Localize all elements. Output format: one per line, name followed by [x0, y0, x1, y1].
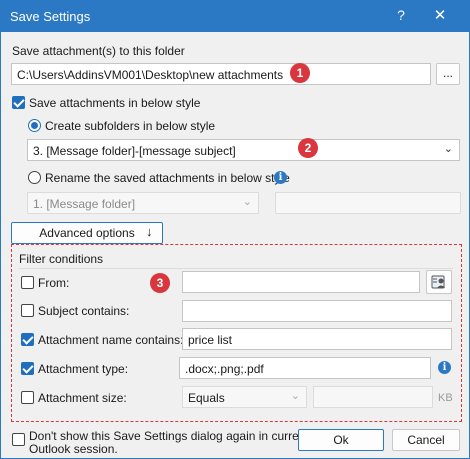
- create-subfolders-label: Create subfolders in below style: [45, 119, 216, 133]
- filter-divider: [19, 268, 453, 269]
- double-chevron-down-icon: ↓: [146, 224, 153, 239]
- attachment-type-input[interactable]: .docx;.png;.pdf: [179, 357, 431, 379]
- callout-badge-3: 3: [150, 273, 170, 293]
- attachment-name-checkbox[interactable]: [21, 333, 34, 346]
- size-operator-select[interactable]: Equals ⌄: [182, 386, 307, 408]
- subject-checkbox[interactable]: [21, 304, 34, 317]
- browse-button[interactable]: ...: [436, 63, 460, 85]
- attachment-size-checkbox[interactable]: [21, 391, 34, 404]
- rename-attachments-radio[interactable]: [28, 171, 41, 184]
- advanced-options-label: Advanced options: [39, 226, 135, 240]
- rename-attachments-label: Rename the saved attachments in below st…: [45, 171, 290, 185]
- save-settings-dialog: Save Settings ? ✕ Save attachment(s) to …: [0, 0, 470, 459]
- attachment-type-label: Attachment type:: [38, 362, 129, 376]
- address-book-icon: [431, 275, 445, 289]
- close-icon[interactable]: ✕: [432, 6, 448, 24]
- help-icon[interactable]: ?: [393, 7, 409, 23]
- folder-path-input[interactable]: C:\Users\AddinsVM001\Desktop\new attachm…: [11, 63, 431, 85]
- rename-style-select[interactable]: 1. [Message folder] ⌄: [27, 192, 259, 214]
- subject-label: Subject contains:: [38, 304, 130, 318]
- address-book-button[interactable]: [426, 270, 452, 294]
- from-input[interactable]: [182, 271, 420, 293]
- chevron-down-icon: ⌄: [443, 143, 453, 155]
- attachment-size-label: Attachment size:: [38, 391, 127, 405]
- rename-style-value: 1. [Message folder]: [33, 197, 136, 211]
- subfolder-style-select[interactable]: 3. [Message folder]-[message subject] ⌄: [27, 139, 460, 161]
- attachment-type-checkbox[interactable]: [21, 362, 34, 375]
- size-unit-label: KB: [438, 392, 453, 404]
- chevron-down-icon: ⌄: [290, 390, 300, 402]
- dont-show-label: Don't show this Save Settings dialog aga…: [29, 430, 309, 456]
- from-label: From:: [38, 276, 70, 290]
- cancel-button[interactable]: Cancel: [392, 429, 460, 451]
- dont-show-checkbox[interactable]: [12, 433, 25, 446]
- folder-path-value: C:\Users\AddinsVM001\Desktop\new attachm…: [17, 68, 284, 82]
- rename-text-input[interactable]: [275, 192, 461, 214]
- advanced-options-button[interactable]: Advanced options ↓: [11, 222, 163, 244]
- attachment-type-value: .docx;.png;.pdf: [185, 362, 264, 376]
- size-operator-value: Equals: [188, 391, 225, 405]
- ok-button[interactable]: Ok: [298, 429, 384, 451]
- save-style-checkbox[interactable]: [12, 96, 25, 109]
- chevron-down-icon: ⌄: [242, 196, 252, 208]
- window-title: Save Settings: [10, 9, 91, 24]
- attachment-name-value: price list: [188, 333, 233, 347]
- dont-show-line-1: Don't show this Save Settings dialog aga…: [29, 429, 309, 443]
- callout-badge-1: 1: [290, 63, 310, 83]
- create-subfolders-radio[interactable]: [28, 119, 41, 132]
- info-icon[interactable]: i: [274, 171, 287, 184]
- size-value-input[interactable]: [313, 386, 433, 408]
- attachment-name-input[interactable]: price list: [182, 328, 452, 350]
- save-style-label: Save attachments in below style: [29, 96, 201, 110]
- title-bar: Save Settings ? ✕: [1, 1, 469, 32]
- subfolder-style-value: 3. [Message folder]-[message subject]: [33, 144, 236, 158]
- from-checkbox[interactable]: [21, 276, 34, 289]
- folder-label: Save attachment(s) to this folder: [12, 44, 185, 58]
- attachment-name-label: Attachment name contains:: [38, 333, 184, 347]
- info-icon[interactable]: i: [438, 361, 451, 374]
- subject-input[interactable]: [182, 300, 452, 322]
- filter-conditions-title: Filter conditions: [19, 252, 104, 266]
- dont-show-line-2: Outlook session.: [29, 442, 118, 456]
- callout-badge-2: 2: [298, 138, 318, 158]
